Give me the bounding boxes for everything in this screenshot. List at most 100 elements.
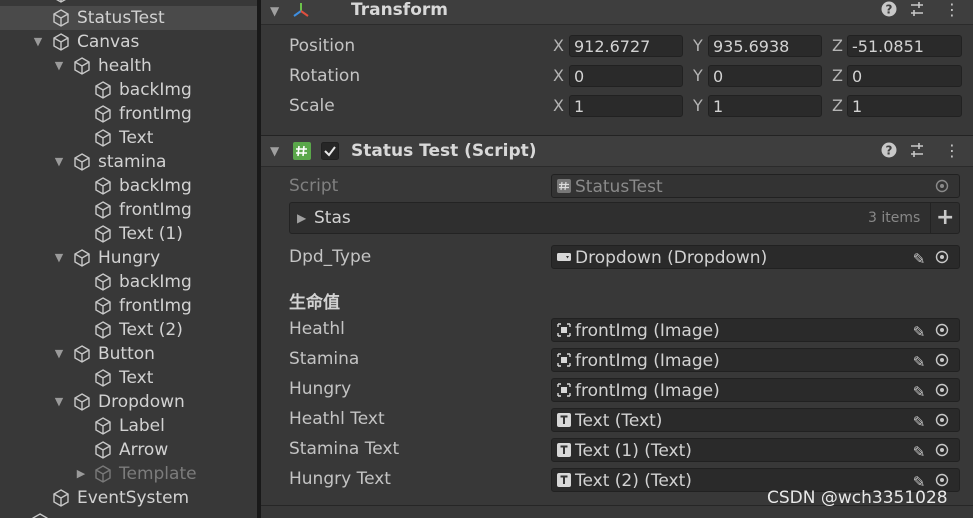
hierarchy-row-health[interactable]: ▼ health — [0, 54, 257, 78]
pencil-edit-icon[interactable]: ✎ — [908, 440, 930, 461]
hierarchy-row-statustest[interactable]: StatusTest — [0, 6, 257, 30]
stas-item-count: 3 items — [868, 210, 921, 226]
hierarchy-row-partial-bottom[interactable] — [0, 510, 257, 518]
foldout-arrow-icon[interactable]: ▼ — [270, 136, 279, 166]
hierarchy-row-label[interactable]: Label — [0, 414, 257, 438]
pencil-edit-icon[interactable]: ✎ — [908, 410, 930, 431]
script-component-header[interactable]: ▼ Status Test (Script) ? ⋮ — [261, 135, 973, 167]
hierarchy-item-label: Hungry — [98, 248, 161, 268]
hierarchy-row-dropdown[interactable]: ▼ Dropdown — [0, 390, 257, 414]
stamina-label: Stamina — [289, 349, 360, 369]
pencil-edit-icon[interactable]: ✎ — [908, 350, 930, 371]
hierarchy-item-label: frontImg — [119, 296, 192, 316]
object-picker-icon[interactable] — [935, 353, 949, 367]
object-picker-icon[interactable] — [935, 443, 949, 457]
gameobject-cube-icon — [95, 369, 111, 387]
gameobject-cube-icon — [95, 225, 111, 243]
add-item-plus-icon[interactable]: + — [936, 203, 954, 233]
scale-z-field[interactable]: 1 — [847, 95, 962, 117]
object-picker-icon[interactable] — [935, 250, 949, 264]
hierarchy-item-label: frontImg — [119, 104, 192, 124]
expand-arrow-icon[interactable]: ▼ — [52, 150, 66, 174]
dpd-type-object-field[interactable]: Dropdown (Dropdown) ✎ — [551, 245, 960, 269]
hierarchy-row-backimg[interactable]: backImg — [0, 270, 257, 294]
hierarchy-row-text[interactable]: Text — [0, 126, 257, 150]
rotation-y-field[interactable]: 0 — [708, 65, 822, 87]
object-picker-icon[interactable] — [935, 413, 949, 427]
dpd-type-value: Dropdown (Dropdown) — [575, 248, 768, 268]
preset-sliders-icon[interactable] — [909, 0, 925, 25]
hierarchy-row-text-2[interactable]: Text (2) — [0, 318, 257, 342]
stamina-object-field[interactable]: frontImg (Image) ✎ — [551, 348, 960, 372]
stamina-text-object-field[interactable]: Text (1) (Text) ✎ — [551, 438, 960, 462]
rotation-y-axis-label[interactable]: Y — [693, 64, 707, 88]
pencil-edit-icon[interactable]: ✎ — [908, 380, 930, 401]
hierarchy-item-label: stamina — [98, 152, 167, 172]
collapsed-arrow-icon[interactable]: ▶ — [74, 462, 88, 486]
object-picker-icon[interactable] — [935, 323, 949, 337]
hierarchy-row-text-1[interactable]: Text (1) — [0, 222, 257, 246]
hierarchy-row-template[interactable]: ▶ Template — [0, 462, 257, 486]
collapsed-arrow-icon[interactable]: ▶ — [297, 203, 306, 233]
position-y-field[interactable]: 935.6938 — [708, 35, 822, 57]
hungry-label: Hungry — [289, 379, 352, 399]
hierarchy-row-backimg[interactable]: backImg — [0, 174, 257, 198]
hierarchy-row-canvas[interactable]: ▼ Canvas — [0, 30, 257, 54]
object-picker-icon[interactable] — [935, 473, 949, 487]
expand-arrow-icon[interactable]: ▼ — [52, 390, 66, 414]
scale-y-axis-label[interactable]: Y — [693, 94, 707, 118]
hierarchy-row-arrow[interactable]: Arrow — [0, 438, 257, 462]
hierarchy-row-text[interactable]: Text — [0, 366, 257, 390]
position-z-axis-label[interactable]: Z — [832, 34, 846, 58]
gameobject-cube-icon — [74, 393, 90, 411]
hierarchy-row-hungry[interactable]: ▼ Hungry — [0, 246, 257, 270]
stas-list-foldout[interactable]: ▶ Stas 3 items + — [289, 202, 960, 234]
rotation-z-field[interactable]: 0 — [847, 65, 962, 87]
help-icon[interactable]: ? — [881, 0, 897, 25]
context-menu-icon[interactable]: ⋮ — [944, 0, 960, 25]
hierarchy-item-label: backImg — [119, 272, 192, 292]
hierarchy-row-stamina[interactable]: ▼ stamina — [0, 150, 257, 174]
expand-arrow-icon[interactable]: ▼ — [52, 54, 66, 78]
script-component-title: Status Test (Script) — [351, 141, 537, 161]
heathl-object-field[interactable]: frontImg (Image) ✎ — [551, 318, 960, 342]
image-icon — [557, 353, 571, 367]
csharp-script-icon — [557, 179, 571, 193]
scale-y-field[interactable]: 1 — [708, 95, 822, 117]
enabled-checkbox[interactable] — [321, 142, 339, 160]
hierarchy-row-frontimg[interactable]: frontImg — [0, 102, 257, 126]
hierarchy-row-frontimg[interactable]: frontImg — [0, 294, 257, 318]
context-menu-icon[interactable]: ⋮ — [944, 136, 960, 166]
position-x-axis-label[interactable]: X — [553, 34, 567, 58]
rotation-x-field[interactable]: 0 — [569, 65, 683, 87]
position-x-field[interactable]: 912.6727 — [569, 35, 683, 57]
rotation-z-axis-label[interactable]: Z — [832, 64, 846, 88]
foldout-arrow-icon[interactable]: ▼ — [270, 0, 279, 26]
hierarchy-row-frontimg[interactable]: frontImg — [0, 198, 257, 222]
position-z-field[interactable]: -51.0851 — [847, 35, 962, 57]
hierarchy-item-label: Text (1) — [119, 224, 183, 244]
hierarchy-row-eventsystem[interactable]: EventSystem — [0, 486, 257, 510]
transform-header[interactable]: ▼ Transform ? ⋮ — [261, 0, 973, 25]
hierarchy-row-backimg[interactable]: backImg — [0, 78, 257, 102]
hungry-text-value: Text (2) (Text) — [575, 471, 692, 491]
expand-arrow-icon[interactable]: ▼ — [52, 246, 66, 270]
hungry-object-field[interactable]: frontImg (Image) ✎ — [551, 378, 960, 402]
hierarchy-item-label: Arrow — [119, 440, 169, 460]
hierarchy-row-button[interactable]: ▼ Button — [0, 342, 257, 366]
pencil-edit-icon[interactable]: ✎ — [908, 320, 930, 341]
rotation-x-axis-label[interactable]: X — [553, 64, 567, 88]
scale-z-axis-label[interactable]: Z — [832, 94, 846, 118]
pencil-edit-icon[interactable]: ✎ — [908, 247, 930, 268]
expand-arrow-icon[interactable]: ▼ — [31, 30, 45, 54]
position-y-axis-label[interactable]: Y — [693, 34, 707, 58]
heathl-text-object-field[interactable]: Text (Text) ✎ — [551, 408, 960, 432]
stas-label: Stas — [314, 208, 351, 228]
help-icon[interactable]: ? — [881, 136, 897, 166]
preset-sliders-icon[interactable] — [909, 136, 925, 166]
scale-x-field[interactable]: 1 — [569, 95, 683, 117]
scale-x-axis-label[interactable]: X — [553, 94, 567, 118]
expand-arrow-icon[interactable]: ▼ — [52, 342, 66, 366]
text-icon — [557, 473, 571, 487]
object-picker-icon[interactable] — [935, 383, 949, 397]
